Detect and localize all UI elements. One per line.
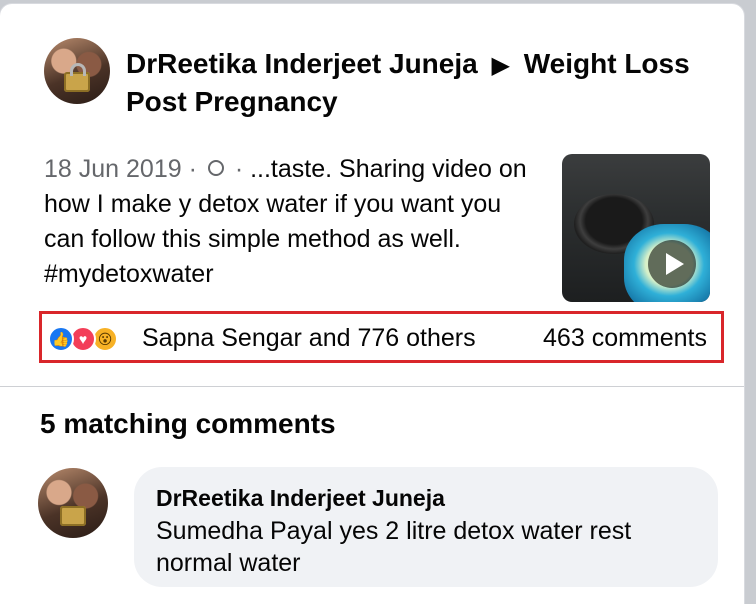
post-date[interactable]: 18 Jun 2019 ·: [44, 155, 197, 183]
reaction-icons[interactable]: 👍 ♥ 😮: [48, 326, 138, 352]
lock-icon: [64, 63, 90, 92]
comment-author[interactable]: DrReetika Inderjeet Juneja: [156, 483, 696, 513]
meta-separator: ·: [234, 155, 244, 183]
arrow-right-icon: ▶: [491, 52, 510, 79]
matching-comments-heading: 5 matching comments: [40, 408, 336, 439]
comments-count[interactable]: 463 comments: [543, 323, 707, 353]
comment-text: Sumedha Payal yes 2 litre detox water re…: [156, 517, 632, 577]
like-icon: 👍: [48, 326, 74, 352]
lock-icon: [60, 506, 86, 526]
reactions-bar[interactable]: 👍 ♥ 😮 Sapna Sengar and 776 others 463 co…: [39, 311, 724, 363]
reactions-summary[interactable]: Sapna Sengar and 776 others: [142, 323, 476, 353]
post-title: DrReetika Inderjeet Juneja ▶ Weight Loss…: [126, 46, 716, 120]
comment-bubble: DrReetika Inderjeet Juneja Sumedha Payal…: [134, 467, 718, 587]
post-card: DrReetika Inderjeet Juneja ▶ Weight Loss…: [0, 4, 744, 604]
group-icon: [207, 160, 224, 177]
author-name-link[interactable]: DrReetika Inderjeet Juneja: [126, 48, 478, 79]
video-thumbnail[interactable]: [562, 154, 710, 302]
author-avatar[interactable]: [44, 38, 110, 104]
play-icon[interactable]: [648, 240, 696, 288]
comment-avatar[interactable]: [38, 468, 108, 538]
post-body: 18 Jun 2019 · · ...taste. Sharing video …: [44, 152, 544, 292]
divider: [0, 386, 744, 387]
